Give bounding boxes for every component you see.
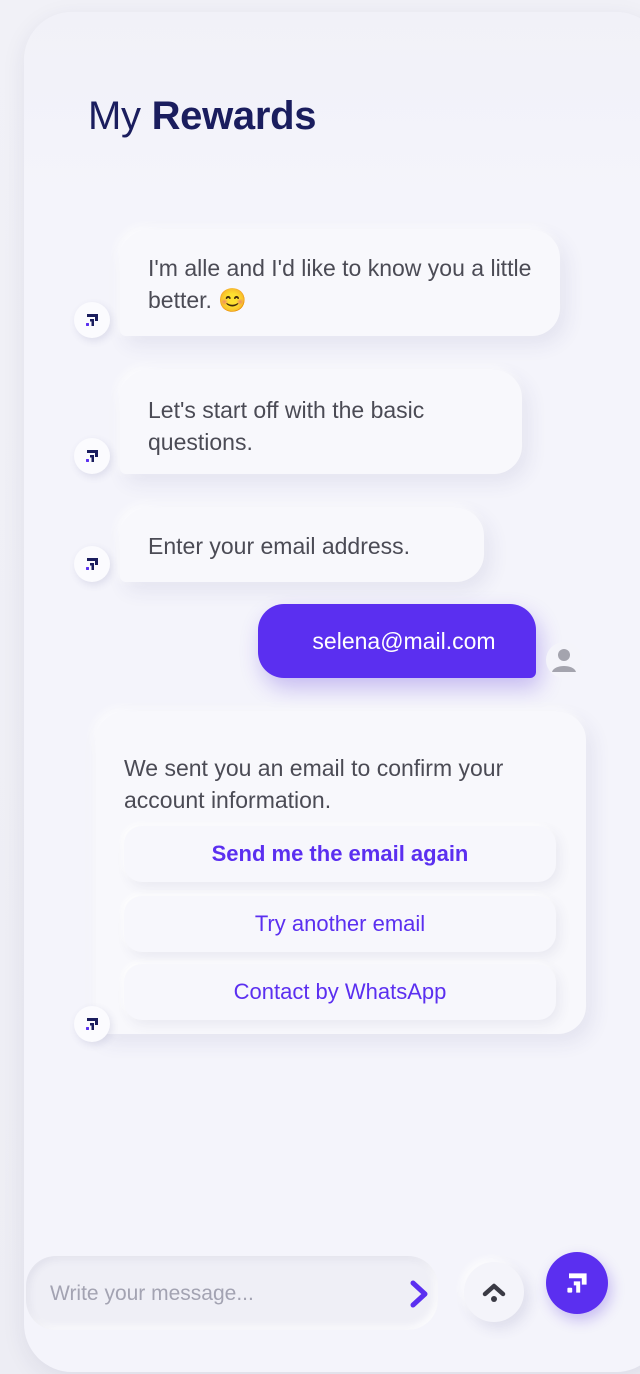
brand-logo-icon <box>567 1273 587 1293</box>
brand-assistant-button[interactable] <box>546 1252 608 1314</box>
bot-message: I'm alle and I'd like to know you a litt… <box>120 230 560 336</box>
message-text: I'm alle and I'd like to know you a litt… <box>148 255 532 313</box>
message-text: Enter your email address. <box>148 533 411 559</box>
chevron-up-icon <box>482 1283 506 1302</box>
user-avatar <box>546 642 582 678</box>
option-label: Contact by WhatsApp <box>233 979 447 1004</box>
chat-panel: My Rewards <box>24 12 640 1372</box>
option-label: Try another email <box>254 911 426 936</box>
brand-logo-icon <box>86 450 98 462</box>
message-composer <box>26 1256 438 1332</box>
chat-header: My Rewards <box>24 12 640 202</box>
bot-message: Let's start off with the basic questions… <box>120 370 522 474</box>
contact-whatsapp-button[interactable]: Contact by WhatsApp <box>124 964 556 1020</box>
message-input[interactable] <box>48 1256 382 1332</box>
user-icon <box>546 642 582 678</box>
message-text: selena@mail.com <box>312 627 496 654</box>
brand-logo-icon <box>86 314 98 326</box>
app-screen: My Rewards I'm alle and I'd like to know… <box>0 0 640 1374</box>
page-title: My Rewards <box>88 94 317 139</box>
bot-message-with-options: We sent you an email to confirm your acc… <box>96 712 586 1034</box>
bot-message: Enter your email address. <box>120 508 484 582</box>
send-email-again-button[interactable]: Send me the email again <box>124 826 556 882</box>
option-label: Send me the email again <box>211 841 469 866</box>
chevron-right-icon <box>410 1280 428 1308</box>
user-message: selena@mail.com <box>258 604 536 678</box>
message-text: We sent you an email to confirm your acc… <box>124 755 504 813</box>
brand-logo-icon <box>86 1018 98 1030</box>
page-title-main: Rewards <box>151 94 317 138</box>
bot-avatar <box>74 546 110 582</box>
bot-avatar <box>74 1006 110 1042</box>
message-text: Let's start off with the basic questions… <box>148 397 425 455</box>
scroll-up-button[interactable] <box>464 1262 524 1322</box>
bot-avatar <box>74 302 110 338</box>
page-title-prefix: My <box>88 94 141 138</box>
bot-avatar <box>74 438 110 474</box>
send-button[interactable] <box>404 1278 434 1310</box>
brand-logo-icon <box>86 558 98 570</box>
try-another-email-button[interactable]: Try another email <box>124 896 556 952</box>
